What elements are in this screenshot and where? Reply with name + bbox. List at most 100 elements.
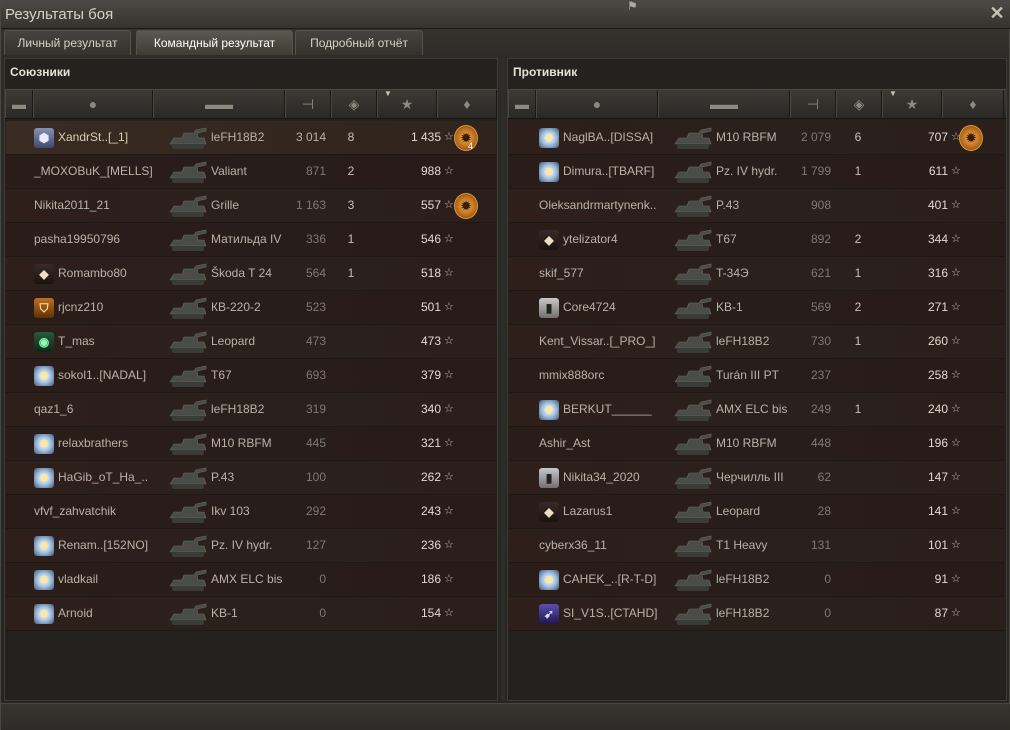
table-row[interactable]: _MOXOBuK_[MELLS] Valiant 871 2 988 ☆ xyxy=(6,155,496,189)
table-row[interactable]: ✸ CAHEK_..[R-T-D] leFH18B2 0 91 ☆ xyxy=(509,563,1005,597)
tank-icon[interactable]: ▬▬ xyxy=(153,90,285,118)
medal-icon[interactable]: ✹ xyxy=(959,125,983,151)
table-row[interactable]: ◆ Romambo80 Škoda T 24 564 1 518 ☆ xyxy=(6,257,496,291)
table-row[interactable]: vfvf_zahvatchik Ikv 103 292 243 ☆ xyxy=(6,495,496,529)
xp-star-icon: ☆ xyxy=(951,233,961,245)
close-icon[interactable]: ✕ xyxy=(987,3,1007,23)
xp-star-icon[interactable]: ★ ▼ xyxy=(882,89,942,118)
table-row[interactable]: ✸ vladkail AMX ELC bis 0 186 ☆ xyxy=(6,563,496,597)
damage-value: 237 xyxy=(810,368,831,382)
table-row[interactable]: pasha19950796 Матильда IV 336 1 546 ☆ xyxy=(6,223,496,257)
tank-silhouette-icon xyxy=(673,294,713,322)
clan-emblem-icon: ✸ xyxy=(539,128,559,148)
table-row[interactable]: ✸ BERKUT______ AMX ELC bis 249 1 240 ☆ xyxy=(509,393,1005,427)
table-row[interactable]: Oleksandrmartynenk.. P.43 908 401 ☆ xyxy=(509,189,1005,223)
title-bar: Результаты боя ⚑ ✕ xyxy=(1,0,1010,29)
tank-silhouette-icon xyxy=(673,158,713,186)
clan-emblem-icon: ◉ xyxy=(34,332,54,352)
kills-value: 1 xyxy=(854,164,862,178)
medal-icon[interactable]: ♦ xyxy=(437,90,497,118)
table-row[interactable]: Nikita2011_21 Grille 1 163 3 557 ☆ ✹ xyxy=(6,189,496,223)
tab-detailed-report[interactable]: Подробный отчёт xyxy=(295,30,423,55)
allies-title: Союзники xyxy=(10,65,71,79)
clan-emblem-icon: ✸ xyxy=(34,536,54,556)
kills-value: 1 xyxy=(347,232,355,246)
clan-emblem-icon: ✸ xyxy=(539,162,559,182)
table-row[interactable]: ▮ Nikita34_2020 Черчилль III 62 147 ☆ xyxy=(509,461,1005,495)
clan-emblem-icon: ✸ xyxy=(34,604,54,624)
damage-icon[interactable]: ⊣ xyxy=(790,90,836,118)
kills-value xyxy=(843,495,873,528)
table-row[interactable]: ◆ ytelizator4 T67 892 2 344 ☆ xyxy=(509,223,1005,257)
table-row[interactable]: ➹ SI_V1S..[CTAHD] leFH18B2 0 87 ☆ xyxy=(509,597,1005,631)
player-icon[interactable]: ● xyxy=(536,90,658,118)
player-name: qaz1_6 xyxy=(34,402,74,416)
xp-value: 262 xyxy=(420,470,441,484)
damage-value: 0 xyxy=(824,572,831,586)
sort-down-icon: ▼ xyxy=(889,89,897,98)
table-row[interactable]: ✸ Dimura..[TBARF] Pz. IV hydr. 1 799 1 611 ☆ xyxy=(509,155,1005,189)
enemies-rows: ✸ NaglBA..[DISSA] M10 RBFM 2 079 6 707 ☆ ✹ ✸ Dimu… xyxy=(509,121,1005,631)
table-row[interactable]: ▮ Core4724 KB-1 569 2 271 ☆ xyxy=(509,291,1005,325)
tank-silhouette-icon xyxy=(673,328,713,356)
damage-value: 127 xyxy=(305,538,326,552)
clan-emblem-icon: ▮ xyxy=(539,298,559,318)
clan-emblem-icon: ✸ xyxy=(34,366,54,386)
player-icon[interactable]: ● xyxy=(33,90,153,118)
allies-header: ▬ ● ▬▬ ⊣ ◈ ★ ▼ ♦ xyxy=(5,89,497,119)
table-row[interactable]: ✸ NaglBA..[DISSA] M10 RBFM 2 079 6 707 ☆ ✹ xyxy=(509,121,1005,155)
table-row[interactable]: Ashir_Ast M10 RBFM 448 196 ☆ xyxy=(509,427,1005,461)
platoon-icon[interactable]: ▬ xyxy=(508,90,536,118)
xp-star-icon: ☆ xyxy=(951,539,961,551)
xp-value: 236 xyxy=(420,538,441,552)
medal-icon[interactable]: ♦ xyxy=(942,90,1004,118)
kills-icon[interactable]: ◈ xyxy=(331,90,377,118)
xp-star-icon: ☆ xyxy=(951,301,961,313)
tank-icon[interactable]: ▬▬ xyxy=(658,90,790,118)
tab-personal-result[interactable]: Личный результат xyxy=(4,30,131,55)
tank-silhouette-icon xyxy=(168,464,208,492)
table-row[interactable]: ✸ HaGib_oT_Ha_.. P.43 100 262 ☆ xyxy=(6,461,496,495)
table-row[interactable]: ⛉ rjcnz210 КВ-220-2 523 501 ☆ xyxy=(6,291,496,325)
player-name: Oleksandrmartynenk.. xyxy=(539,198,657,212)
kills-value xyxy=(336,427,366,460)
clan-emblem-icon: ✸ xyxy=(539,400,559,420)
table-row[interactable]: Kent_Vissar..[_PRO_] leFH18B2 730 1 260 ☆ xyxy=(509,325,1005,359)
kills-value xyxy=(336,461,366,494)
damage-value: 319 xyxy=(305,402,326,416)
panel-divider xyxy=(501,58,505,701)
platoon-icon[interactable]: ▬ xyxy=(5,90,33,118)
kills-value xyxy=(843,461,873,494)
table-row[interactable]: ✸ sokol1..[NADAL] T67 693 379 ☆ xyxy=(6,359,496,393)
tab-team-result[interactable]: Командный результат xyxy=(136,30,293,55)
medal-icon[interactable]: ✹ xyxy=(454,193,478,219)
damage-value: 28 xyxy=(817,504,831,518)
xp-star-icon[interactable]: ★ ▼ xyxy=(377,89,437,118)
tank-silhouette-icon xyxy=(168,328,208,356)
player-name: skif_577 xyxy=(539,266,584,280)
table-row[interactable]: mmix888orc Turán III PT 237 258 ☆ xyxy=(509,359,1005,393)
clan-emblem-icon: ✸ xyxy=(539,570,559,590)
table-row[interactable]: ◆ Lazarus1 Leopard 28 141 ☆ xyxy=(509,495,1005,529)
damage-value: 100 xyxy=(305,470,326,484)
kills-value xyxy=(336,291,366,324)
xp-star-icon: ☆ xyxy=(444,131,454,143)
xp-star-icon: ☆ xyxy=(951,471,961,483)
xp-star-icon: ☆ xyxy=(951,369,961,381)
medal-icon[interactable]: ✹ xyxy=(454,125,478,151)
xp-star-icon: ☆ xyxy=(444,539,454,551)
table-row[interactable]: ✸ relaxbrathers M10 RBFM 445 321 ☆ xyxy=(6,427,496,461)
table-row[interactable]: qaz1_6 leFH18B2 319 340 ☆ xyxy=(6,393,496,427)
table-row[interactable]: ◉ T_mas Leopard 473 473 ☆ xyxy=(6,325,496,359)
xp-value: 91 xyxy=(934,572,948,586)
table-row[interactable]: skif_577 T-34Э 621 1 316 ☆ xyxy=(509,257,1005,291)
damage-icon[interactable]: ⊣ xyxy=(285,90,331,118)
kills-value: 1 xyxy=(854,334,862,348)
table-row[interactable]: ⬢ XandrSt..[_1] leFH18B2 3 014 8 1 435 ☆ ✹ 4 xyxy=(6,121,496,155)
xp-value: 546 xyxy=(420,232,441,246)
kills-icon[interactable]: ◈ xyxy=(836,90,882,118)
table-row[interactable]: ✸ Arnoid KB-1 0 154 ☆ xyxy=(6,597,496,631)
table-row[interactable]: cyberx36_11 T1 Heavy 131 101 ☆ xyxy=(509,529,1005,563)
player-name: pasha19950796 xyxy=(34,232,121,246)
table-row[interactable]: ✸ Renam..[152NO] Pz. IV hydr. 127 236 ☆ xyxy=(6,529,496,563)
